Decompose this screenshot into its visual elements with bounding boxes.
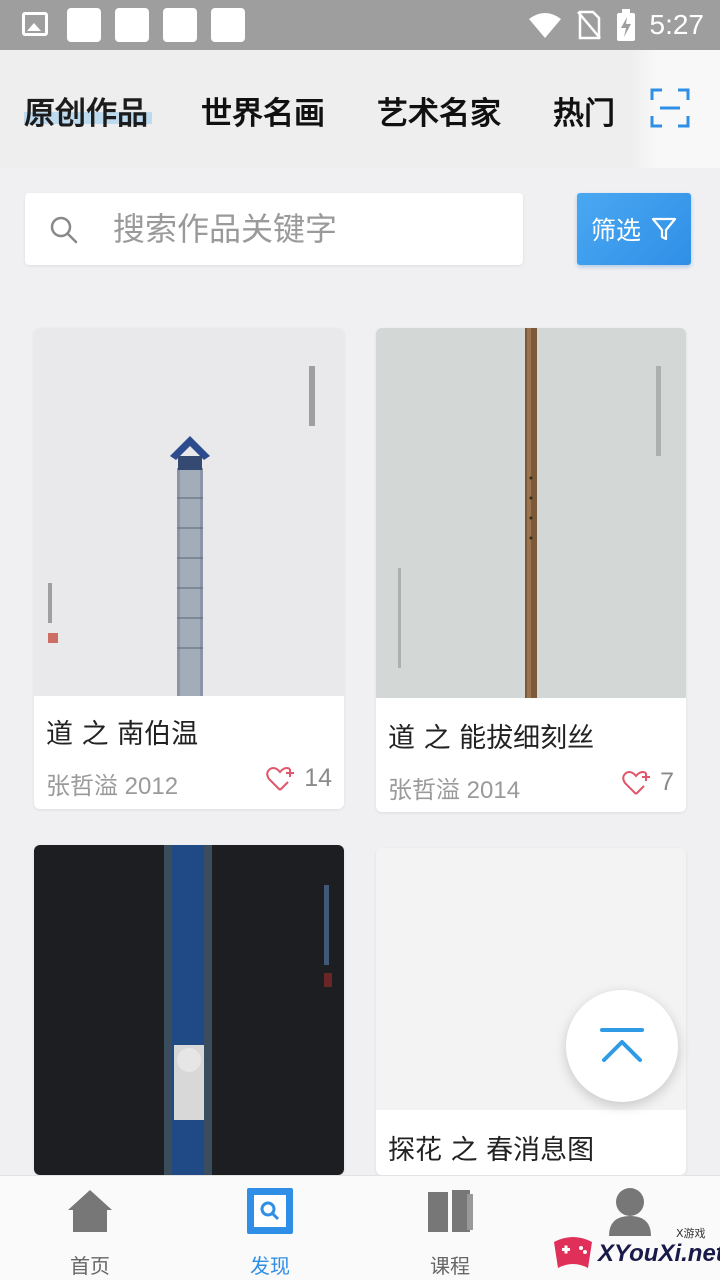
tab-hot[interactable]: 热门 [553,88,615,133]
watermark-small-text: X游戏 [676,1227,706,1240]
nav-item-discover[interactable]: 发现 [180,1176,360,1280]
notification-icon [115,8,149,42]
like-count-value: 7 [660,768,674,796]
arrow-up-icon [600,1028,644,1062]
artwork-title: 道 之 能拔细刻丝 [388,723,595,754]
filter-button[interactable]: 筛选 [577,193,691,265]
back-to-top-button[interactable] [566,990,678,1102]
notification-icon [211,8,245,42]
status-bar: 5:27 [0,0,720,50]
artwork-title: 探花 之 春消息图 [388,1135,595,1166]
artwork-author-year: 张哲溢 2014 [388,777,521,804]
nav-label-home: 首页 [70,1254,110,1278]
artwork-card[interactable] [34,845,344,1175]
artwork-image [376,328,686,698]
notification-icon [67,8,101,42]
heart-plus-icon [266,766,295,791]
nav-label-course: 课程 [430,1254,470,1278]
course-icon [428,1190,473,1232]
search-icon [50,216,78,244]
like-count[interactable]: 7 [622,768,674,797]
scan-icon[interactable] [650,88,690,128]
heart-plus-icon [622,770,651,795]
tab-art-masters[interactable]: 艺术名家 [377,88,501,133]
like-count[interactable]: 14 [266,764,332,793]
site-watermark: X游戏 XYouXi.net [550,1222,720,1280]
artwork-card[interactable]: 道 之 南伯温 张哲溢 2012 14 [34,328,344,809]
battery-charging-icon [616,9,635,41]
wifi-icon [528,13,561,38]
filter-icon [651,217,677,241]
nav-item-course[interactable]: 课程 [360,1176,540,1280]
gamepad-logo-icon [554,1237,592,1268]
clock: 5:27 [649,9,705,40]
gallery-notification-icon [22,12,48,36]
nav-item-home[interactable]: 首页 [0,1176,180,1280]
tab-world-masterpieces[interactable]: 世界名画 [201,88,325,133]
artwork-image [34,845,344,1175]
filter-label: 筛选 [590,216,641,245]
no-sim-icon [576,10,601,40]
watermark-text: XYouXi.net [598,1240,720,1267]
home-icon [68,1190,112,1232]
artwork-card[interactable]: 道 之 能拔细刻丝 张哲溢 2014 7 [376,328,686,812]
nav-label-discover: 发现 [250,1254,290,1278]
artwork-title: 道 之 南伯温 [46,719,199,750]
search-bar [25,193,523,265]
tab-original-works[interactable]: 原创作品 [24,88,148,133]
discover-icon [247,1188,293,1234]
artwork-author-year: 张哲溢 2012 [46,773,179,800]
artwork-image [34,328,344,696]
search-input[interactable] [113,205,503,253]
like-count-value: 14 [304,764,332,792]
notification-icon [163,8,197,42]
